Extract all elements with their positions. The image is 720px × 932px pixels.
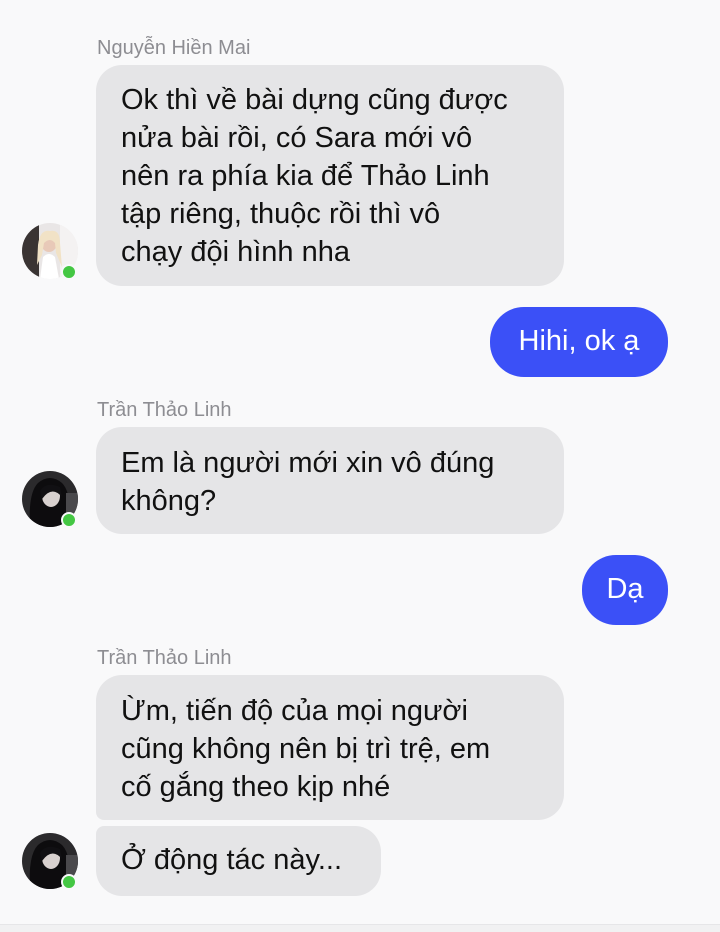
message-bubble-outgoing[interactable]: Hihi, ok ạ	[490, 307, 668, 377]
online-status-indicator	[61, 874, 77, 890]
divider	[0, 924, 720, 932]
sender-name: Nguyễn Hiền Mai	[97, 37, 251, 59]
sender-name: Trần Thảo Linh	[97, 399, 232, 421]
message-bubble-incoming[interactable]: Ok thì về bài dựng cũng được nửa bài rồi…	[96, 65, 564, 286]
message-bubble-outgoing[interactable]: Dạ	[582, 555, 668, 625]
online-status-indicator	[61, 264, 77, 280]
avatar[interactable]	[22, 833, 78, 890]
message-bubble-incoming[interactable]: Ở động tác này...	[96, 826, 381, 896]
avatar[interactable]	[22, 223, 78, 280]
message-bubble-incoming[interactable]: Em là người mới xin vô đúng không?	[96, 427, 564, 534]
avatar[interactable]	[22, 471, 78, 528]
online-status-indicator	[61, 512, 77, 528]
sender-name: Trần Thảo Linh	[97, 647, 232, 669]
message-bubble-incoming[interactable]: Ừm, tiến độ của mọi người cũng không nên…	[96, 675, 564, 820]
